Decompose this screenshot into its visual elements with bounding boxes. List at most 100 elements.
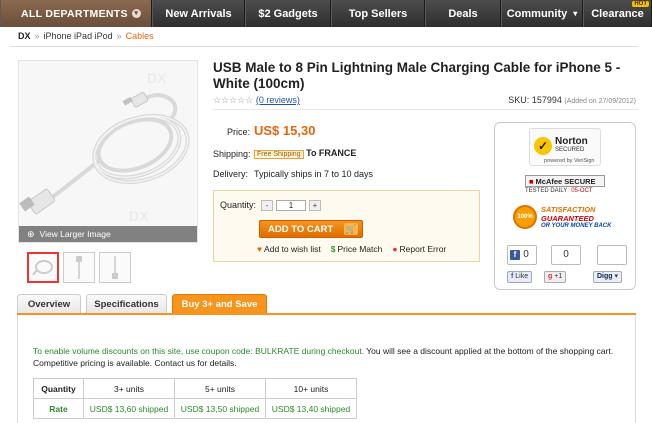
svg-text:DX: DX	[129, 208, 149, 224]
shipping-info: Free Shipping To FRANCE	[254, 148, 356, 159]
add-to-wish-list-link[interactable]: ♥ Add to wish list	[257, 244, 321, 254]
mcafee-box: ■ McAfee SECURE	[525, 175, 605, 187]
coupon-note: You will see a discount applied at the b…	[364, 346, 614, 356]
facebook-count: f0	[507, 245, 537, 265]
facebook-count-value: 0	[523, 249, 529, 260]
mcafee-date: 05-OCT	[571, 188, 593, 194]
guarantee-seal-icon: 100%	[513, 205, 537, 229]
table-cell: USD$ 13,50 shipped	[174, 398, 266, 419]
quantity-decrement-button[interactable]: -	[261, 200, 273, 211]
table-header-cell: 5+ units	[174, 378, 266, 399]
facebook-like-button[interactable]: f Like	[507, 271, 533, 283]
add-to-cart-label: ADD TO CART	[268, 223, 334, 235]
report-error-link[interactable]: ● Report Error	[392, 244, 446, 254]
table-row: Rate USD$ 13,60 shipped USD$ 13,50 shipp…	[33, 398, 357, 419]
zoom-icon: ⊕	[27, 228, 35, 239]
nav-community[interactable]: Community ▾	[501, 0, 583, 27]
shipping-label: Shipping:	[213, 149, 251, 159]
divider	[10, 46, 638, 47]
wish-label: Add to wish list	[264, 244, 321, 254]
breadcrumb: DX» iPhone iPad iPod» Cables	[18, 31, 154, 41]
divider	[213, 109, 638, 110]
norton-title: Norton	[555, 136, 588, 147]
chevron-down-icon: ▾	[573, 9, 578, 18]
cable-thumb-icon	[112, 256, 118, 279]
nav-new-arrivals-label: New Arrivals	[165, 7, 232, 20]
table-row-label: Rate	[33, 398, 84, 419]
norton-powered-by: powered by VeriSign	[544, 158, 595, 164]
coupon-instruction: To enable volume discounts on this site,…	[33, 346, 365, 356]
quantity-increment-button[interactable]: +	[309, 200, 321, 211]
breadcrumb-category[interactable]: iPhone iPad iPod	[44, 31, 113, 41]
price-match-link[interactable]: $ Price Match	[331, 244, 383, 254]
quantity-input[interactable]: 1	[276, 200, 306, 211]
nav-top-sellers[interactable]: Top Sellers	[331, 0, 425, 27]
ship-to: To FRANCE	[306, 148, 357, 158]
satisfaction-label: SATISFACTION	[541, 205, 596, 214]
delivery-value: Typically ships in 7 to 10 days	[254, 169, 374, 179]
google-plus-one-button[interactable]: g +1	[544, 271, 567, 283]
view-larger-label: View Larger Image	[39, 229, 111, 239]
hot-badge: HOT	[632, 1, 649, 7]
star-rating-icon: ☆☆☆☆☆	[213, 95, 254, 105]
mcafee-label: McAfee SECURE	[535, 176, 596, 186]
view-larger-image-button[interactable]: ⊕ View Larger Image	[19, 226, 197, 242]
table-row: Quantity 3+ units 5+ units 10+ units	[33, 378, 357, 399]
digg-count	[597, 245, 627, 265]
delivery-label: Delivery:	[213, 169, 249, 179]
cable-illustration: DX DX	[19, 70, 190, 224]
norton-secured-badge[interactable]: ✓ Norton SECURED powered by VeriSign	[529, 128, 601, 166]
product-title: USB Male to 8 Pin Lightning Male Chargin…	[213, 60, 621, 91]
top-navigation: ALL DEPARTMENTS ▾ New Arrivals $2 Gadget…	[0, 0, 652, 27]
breadcrumb-home[interactable]: DX	[18, 31, 31, 41]
google-plus-count: 0	[551, 245, 581, 265]
tab-overview[interactable]: Overview	[17, 294, 81, 314]
all-departments-menu[interactable]: ALL DEPARTMENTS ▾	[0, 0, 152, 27]
thumbnail[interactable]	[99, 252, 131, 283]
added-date: (Added on 27/09/2012)	[564, 98, 636, 105]
table-cell: USD$ 13,40 shipped	[265, 398, 357, 419]
guaranteed-label: GUARANTEED	[541, 214, 594, 223]
tab-specifications[interactable]: Specifications	[86, 294, 167, 314]
svg-text:DX: DX	[147, 70, 167, 86]
digg-button[interactable]: Digg ▾	[593, 271, 623, 283]
digg-label: Digg	[597, 273, 613, 280]
report-error-label: Report Error	[399, 244, 447, 254]
product-main-image[interactable]: DX DX ⊕ View Larger Image	[18, 60, 198, 243]
sku-value: 157994	[531, 95, 562, 105]
thumbnail-strip	[27, 252, 131, 283]
nav-clearance-label: Clearance	[591, 7, 644, 20]
plus-one-label: +1	[554, 273, 563, 280]
facebook-icon: f	[510, 250, 520, 260]
like-label: Like	[515, 273, 529, 280]
price-match-label: Price Match	[337, 244, 383, 254]
nav-clearance[interactable]: Clearance HOT	[583, 0, 652, 27]
mcafee-secure-badge[interactable]: ■ McAfee SECURE TESTED DAILY 05-OCT	[525, 175, 605, 197]
cart-icon: 🛒	[344, 223, 358, 235]
thumbnail[interactable]	[63, 252, 95, 283]
nav-new-arrivals[interactable]: New Arrivals	[152, 0, 245, 27]
breadcrumb-current[interactable]: Cables	[126, 31, 154, 41]
nav-2-gadgets[interactable]: $2 Gadgets	[245, 0, 331, 27]
add-to-cart-panel: Quantity: - 1 + ADD TO CART 🛒 ♥ Add to wi…	[213, 190, 480, 262]
satisfaction-guaranteed-badge: 100% SATISFACTION GUARANTEED OR YOUR MON…	[513, 205, 623, 235]
add-to-cart-button[interactable]: ADD TO CART 🛒	[259, 220, 363, 238]
nav-2-gadgets-label: $2 Gadgets	[258, 7, 318, 20]
mcafee-shield-icon: ■	[529, 176, 534, 186]
rating: ☆☆☆☆☆ (0 reviews)	[213, 95, 300, 106]
nav-top-sellers-label: Top Sellers	[348, 7, 408, 20]
promo-line-1: To enable volume discounts on this site,…	[33, 345, 633, 357]
reviews-link[interactable]: (0 reviews)	[256, 95, 300, 105]
volume-pricing-table: Quantity 3+ units 5+ units 10+ units Rat…	[33, 378, 357, 419]
trust-badges-panel: ✓ Norton SECURED powered by VeriSign ■ Mc…	[494, 122, 636, 290]
promo-line-2: Competitive pricing is available. Contac…	[33, 358, 237, 368]
nav-deals[interactable]: Deals	[425, 0, 501, 27]
product-actions: ♥ Add to wish list $ Price Match ● Report E…	[257, 244, 446, 254]
tab-buy-3-and-save[interactable]: Buy 3+ and Save	[172, 294, 267, 314]
thumbnail[interactable]	[27, 252, 59, 283]
price-label: Price:	[227, 127, 251, 137]
sku: SKU: 157994 (Added on 27/09/2012)	[508, 95, 636, 105]
dollar-icon: $	[330, 244, 336, 254]
all-departments-label: ALL DEPARTMENTS	[21, 7, 128, 20]
mcafee-tested-label: TESTED DAILY	[525, 188, 568, 194]
